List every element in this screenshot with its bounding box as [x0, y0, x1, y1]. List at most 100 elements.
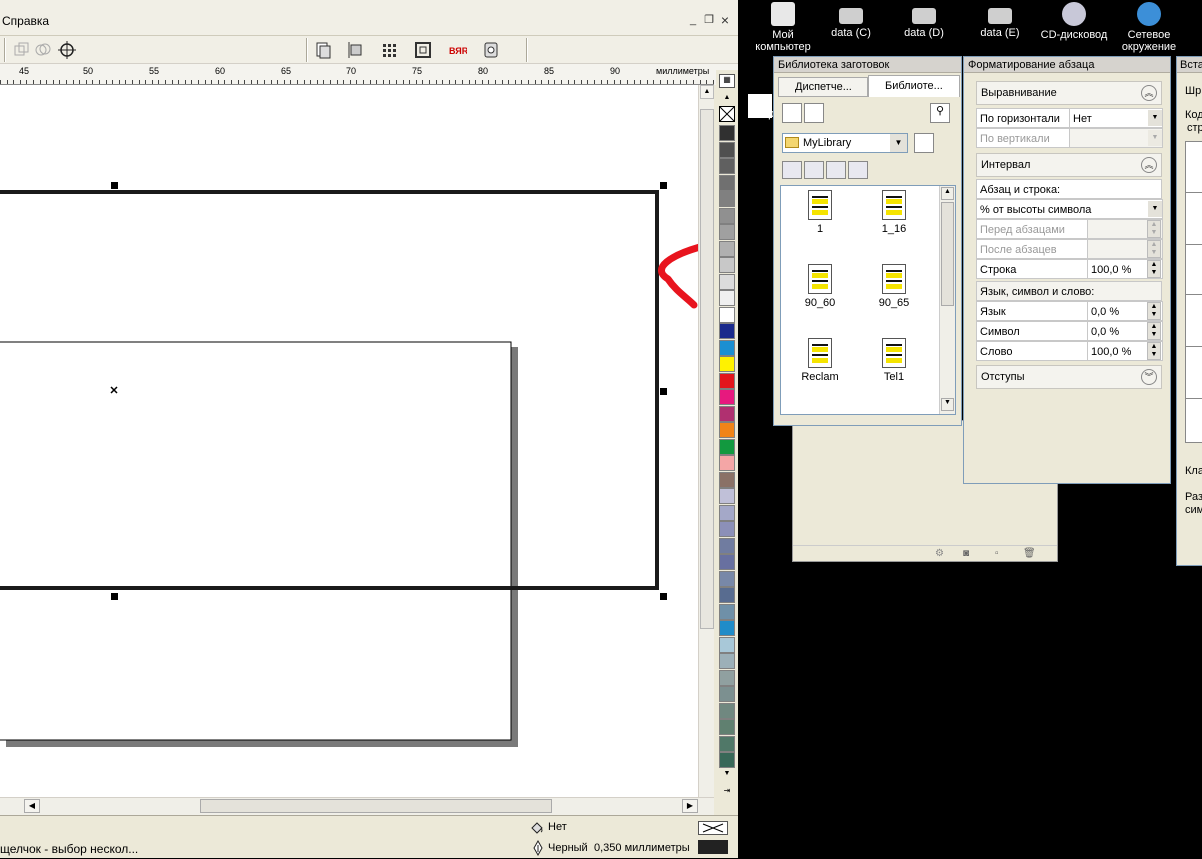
- language-stepper[interactable]: ▲ ▼: [1147, 302, 1161, 320]
- desktop-icon-cd-drive[interactable]: CD-дисковод: [1039, 0, 1109, 41]
- spacing-section-header[interactable]: Интервал ︽: [976, 153, 1162, 177]
- new-icon[interactable]: ▫: [995, 548, 999, 559]
- library-item[interactable]: Reclam: [795, 338, 845, 383]
- palette-flyout-icon[interactable]: ⇥: [719, 786, 735, 798]
- palette-scroll-up-icon[interactable]: ▲: [719, 94, 735, 106]
- desktop-icon-network[interactable]: Сетевое окружение: [1114, 0, 1184, 53]
- library-item[interactable]: 90_65: [869, 264, 919, 309]
- color-swatch[interactable]: [719, 537, 735, 554]
- color-swatch[interactable]: [719, 174, 735, 191]
- chevron-up-icon[interactable]: ︽: [1141, 85, 1157, 101]
- scroll-right-icon[interactable]: ▶: [682, 799, 698, 813]
- color-swatch[interactable]: [719, 240, 735, 257]
- word-stepper[interactable]: ▲ ▼: [1147, 342, 1161, 360]
- color-swatch[interactable]: [719, 653, 735, 669]
- spacing-mode-select[interactable]: % от высоты символа: [976, 199, 1163, 219]
- color-swatch[interactable]: [719, 323, 735, 339]
- indents-section-header[interactable]: Отступы ︾: [976, 365, 1162, 389]
- color-swatch[interactable]: [719, 570, 735, 587]
- desktop-icon-my-computer[interactable]: Мой компьютер: [748, 0, 818, 53]
- folder-up-icon[interactable]: [914, 133, 934, 153]
- character-grid[interactable]: [1185, 141, 1202, 443]
- properties-icon[interactable]: [312, 39, 334, 61]
- color-swatch[interactable]: [719, 438, 735, 455]
- stop-icon[interactable]: ◙: [963, 548, 969, 559]
- color-swatch[interactable]: [719, 504, 735, 521]
- color-swatch[interactable]: [719, 141, 735, 158]
- after-stepper[interactable]: ▲ ▼: [1147, 240, 1161, 258]
- chevron-down-icon[interactable]: ▼: [890, 134, 907, 152]
- scroll-down-icon[interactable]: ▼: [941, 398, 954, 411]
- macro-icon[interactable]: [480, 39, 502, 61]
- align-icon[interactable]: [344, 39, 366, 61]
- color-swatch[interactable]: [719, 372, 735, 389]
- close-button[interactable]: ×: [718, 13, 732, 27]
- palette-menu-icon[interactable]: ▦: [719, 74, 735, 88]
- chevron-down-icon[interactable]: ▼: [1148, 201, 1162, 217]
- color-swatch[interactable]: [719, 554, 735, 570]
- desktop-icon-data-e[interactable]: data (E): [965, 0, 1035, 39]
- color-swatch[interactable]: [719, 752, 735, 768]
- color-swatch[interactable]: [719, 587, 735, 603]
- color-swatch[interactable]: [719, 224, 735, 240]
- text-effect-icon[interactable]: ВЯR: [446, 39, 469, 61]
- color-swatch[interactable]: [719, 521, 735, 537]
- color-swatch[interactable]: [719, 603, 735, 620]
- color-swatch[interactable]: [719, 191, 735, 207]
- tab-manager[interactable]: Диспетче...: [778, 77, 868, 97]
- scroll-up-icon[interactable]: ▲: [941, 187, 954, 200]
- view-icons-icon[interactable]: [782, 161, 802, 179]
- menu-help[interactable]: Справка: [2, 14, 49, 28]
- color-swatch[interactable]: [719, 158, 735, 174]
- color-swatch[interactable]: [719, 455, 735, 471]
- scroll-thumb[interactable]: [200, 799, 552, 813]
- settings-icon[interactable]: ⚙: [935, 548, 944, 559]
- no-color-swatch[interactable]: [719, 106, 735, 122]
- color-swatch[interactable]: [719, 636, 735, 653]
- library-item[interactable]: 90_60: [795, 264, 845, 309]
- export-icon[interactable]: [804, 103, 824, 123]
- library-item[interactable]: Tel1: [869, 338, 919, 383]
- chevron-down-icon[interactable]: ▼: [1148, 130, 1162, 146]
- color-swatch[interactable]: [719, 735, 735, 752]
- rectangle-shape[interactable]: [0, 341, 512, 741]
- view-small-icon[interactable]: [804, 161, 824, 179]
- library-item[interactable]: 1: [795, 190, 845, 235]
- color-swatch[interactable]: [719, 356, 735, 372]
- vertical-scrollbar[interactable]: ▲: [698, 85, 714, 797]
- color-swatch[interactable]: [719, 422, 735, 438]
- color-swatch[interactable]: [719, 257, 735, 273]
- library-scrollbar[interactable]: ▲ ▼: [939, 186, 955, 414]
- desktop-icon-data-d[interactable]: data (D): [889, 0, 959, 39]
- alignment-section-header[interactable]: Выравнивание ︽: [976, 81, 1162, 105]
- trash-icon[interactable]: 🗑: [1023, 548, 1036, 559]
- import-icon[interactable]: [782, 103, 802, 123]
- minimize-button[interactable]: _: [686, 13, 700, 27]
- color-swatch[interactable]: [719, 389, 735, 405]
- line-spacing-stepper[interactable]: ▲ ▼: [1147, 260, 1161, 278]
- binoculars-icon[interactable]: ⚲: [930, 103, 950, 123]
- color-swatch[interactable]: [719, 669, 735, 686]
- color-swatch[interactable]: [719, 207, 735, 224]
- grid-icon[interactable]: [378, 39, 400, 61]
- group-icon[interactable]: [10, 39, 32, 61]
- chevron-down-icon[interactable]: ▼: [1148, 110, 1162, 126]
- scroll-left-icon[interactable]: ◀: [24, 799, 40, 813]
- color-swatch[interactable]: [719, 719, 735, 735]
- before-stepper[interactable]: ▲ ▼: [1147, 220, 1161, 238]
- scroll-thumb[interactable]: [700, 109, 714, 629]
- library-item[interactable]: 1_16: [869, 190, 919, 235]
- desktop-icon-data-c[interactable]: data (C): [816, 0, 886, 39]
- scroll-thumb[interactable]: [941, 202, 954, 306]
- color-swatch[interactable]: [719, 405, 735, 422]
- color-swatch[interactable]: [719, 620, 735, 636]
- character-stepper[interactable]: ▲ ▼: [1147, 322, 1161, 340]
- color-swatch[interactable]: [719, 339, 735, 356]
- color-swatch[interactable]: [719, 125, 735, 141]
- drawing-canvas[interactable]: [0, 85, 698, 797]
- view-list-icon[interactable]: [826, 161, 846, 179]
- color-swatch[interactable]: [719, 702, 735, 719]
- chevron-up-icon[interactable]: ︽: [1141, 157, 1157, 173]
- color-swatch[interactable]: [719, 686, 735, 702]
- color-swatch[interactable]: [719, 471, 735, 488]
